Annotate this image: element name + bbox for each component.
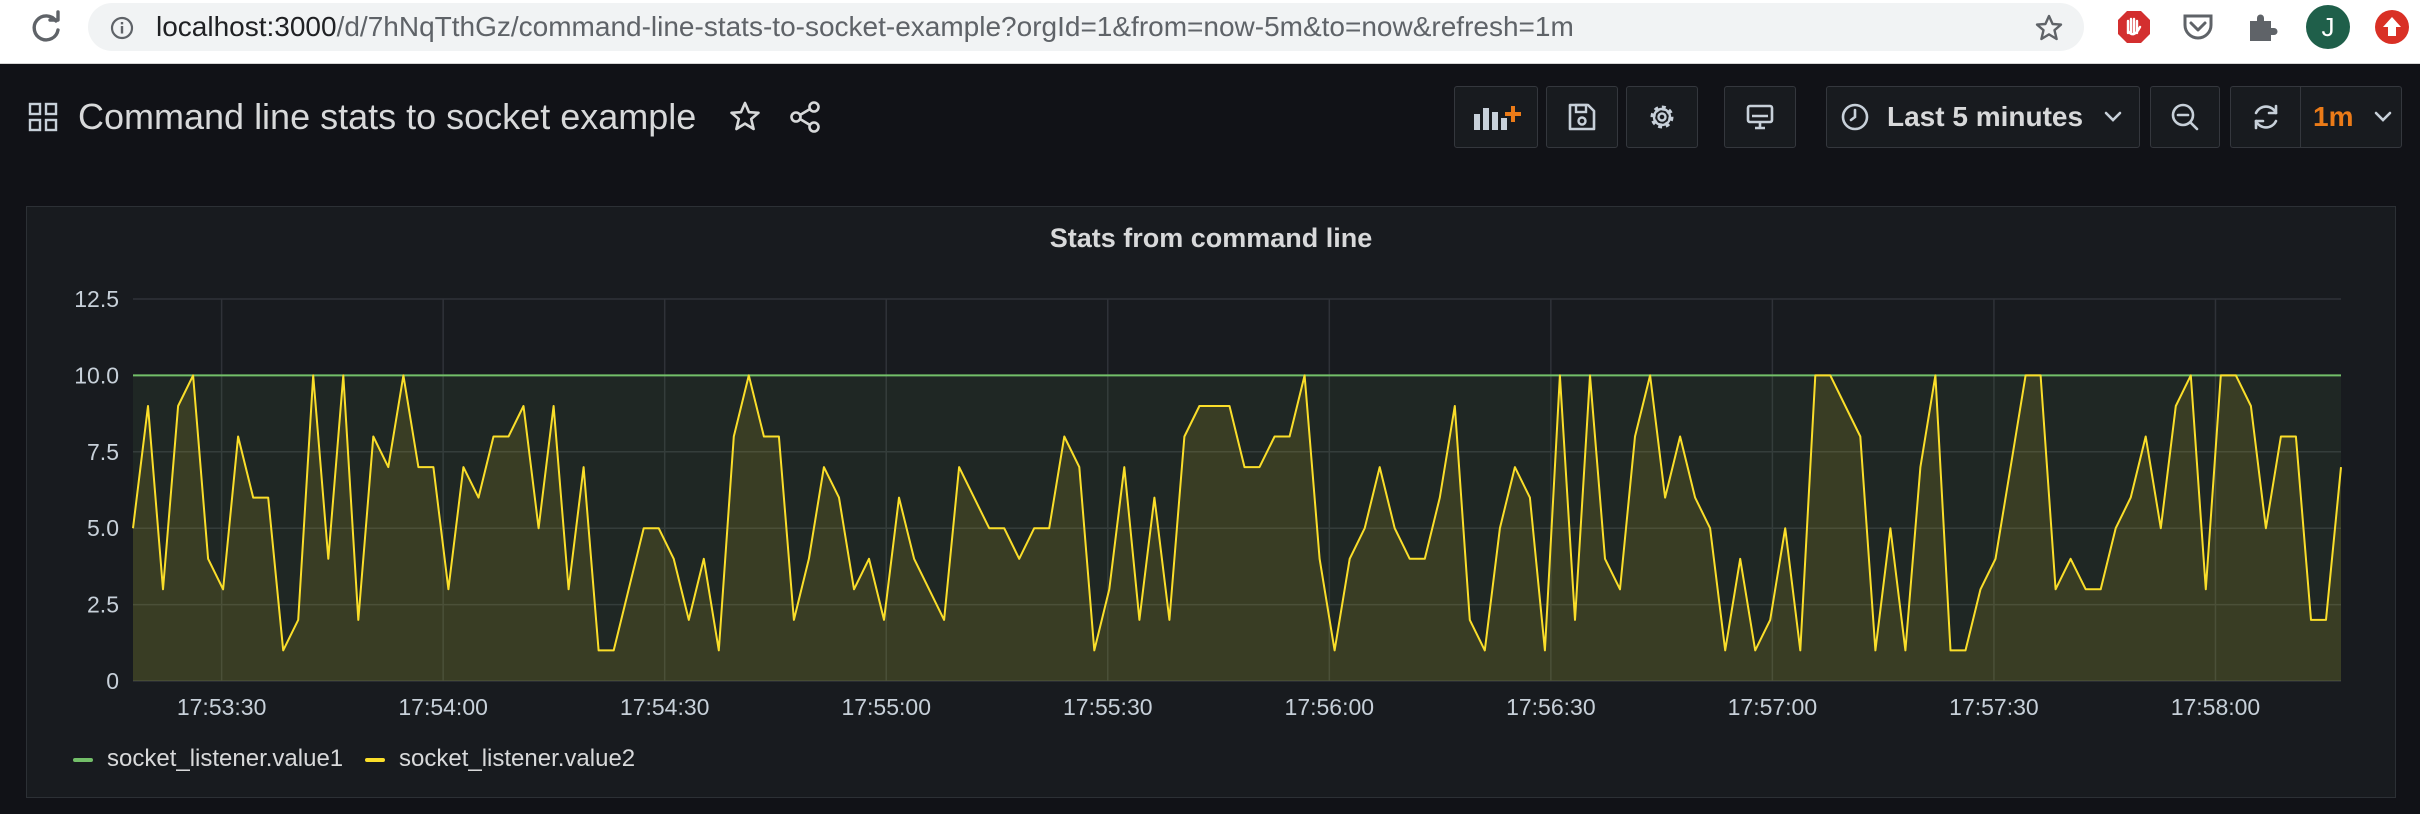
graph-panel[interactable]: Stats from command line 12.5 10.0 7.5 5.0 2.…: [26, 206, 2396, 798]
zoom-out-button[interactable]: [2150, 86, 2220, 148]
y-tick-label: 2.5: [87, 592, 119, 618]
dashboard-grid-icon[interactable]: [28, 102, 58, 132]
add-panel-button[interactable]: [1454, 86, 1538, 148]
zoom-out-icon: [2171, 103, 2199, 131]
update-arrow-icon[interactable]: [2374, 9, 2410, 45]
y-tick-label: 10.0: [74, 362, 119, 388]
address-bar[interactable]: localhost:3000/d/7hNqTthGz/command-line-…: [88, 3, 2084, 51]
legend-item-value1[interactable]: socket_listener.value1: [73, 745, 343, 773]
browser-toolbar: localhost:3000/d/7hNqTthGz/command-line-…: [0, 0, 2420, 64]
legend-swatch-value1: [73, 757, 93, 762]
timeseries-chart[interactable]: 12.5 10.0 7.5 5.0 2.5 0 17:53:30 17:54:00 17:54:…: [27, 207, 2395, 737]
save-icon: [1568, 103, 1596, 131]
x-tick-label: 17:57:00: [1728, 694, 1818, 720]
y-tick-label: 7.5: [87, 439, 119, 465]
legend-item-value2[interactable]: socket_listener.value2: [365, 745, 635, 773]
y-tick-label: 0: [106, 668, 119, 694]
view-mode-button[interactable]: [1724, 86, 1796, 148]
chevron-down-icon: [2374, 111, 2392, 122]
info-icon[interactable]: [110, 16, 134, 40]
time-range-label: Last 5 minutes: [1887, 101, 2084, 132]
x-tick-label: 17:57:30: [1949, 694, 2039, 720]
adblock-extension-icon[interactable]: [2116, 9, 2152, 45]
x-tick-label: 17:55:00: [841, 694, 931, 720]
x-tick-label: 17:56:00: [1285, 694, 1375, 720]
url-host: localhost:3000: [156, 11, 337, 42]
legend-label: socket_listener.value1: [107, 745, 344, 772]
url-text[interactable]: localhost:3000/d/7hNqTthGz/command-line-…: [156, 3, 1574, 51]
url-path: /d/7hNqTthGz/command-line-stats-to-socke…: [336, 11, 1574, 42]
legend-swatch-value2: [365, 757, 385, 762]
refresh-icon: [2254, 104, 2277, 130]
y-tick-label: 12.5: [74, 286, 119, 312]
refresh-dashboard-button[interactable]: [2230, 86, 2300, 148]
x-tick-label: 17:55:30: [1063, 694, 1153, 720]
time-range-picker[interactable]: Last 5 minutes: [1826, 86, 2140, 148]
x-tick-label: 17:56:30: [1506, 694, 1596, 720]
clock-icon: [1841, 103, 1869, 131]
save-dashboard-button[interactable]: [1546, 86, 1618, 148]
extensions-puzzle-icon[interactable]: [2244, 9, 2280, 45]
add-panel-icon: [1474, 106, 1521, 130]
profile-avatar[interactable]: J: [2306, 5, 2350, 49]
dashboard-title[interactable]: Command line stats to socket example: [78, 96, 696, 138]
dashboard-settings-button[interactable]: [1626, 86, 1698, 148]
refresh-interval-label: 1m: [2313, 101, 2354, 132]
chevron-down-icon: [2104, 111, 2122, 122]
x-tick-label: 17:54:00: [398, 694, 488, 720]
x-tick-label: 17:58:00: [2171, 694, 2261, 720]
reload-icon[interactable]: [26, 8, 66, 48]
refresh-interval-picker[interactable]: 1m: [2300, 86, 2402, 148]
gear-icon: [1650, 105, 1674, 129]
x-tick-label: 17:54:30: [620, 694, 710, 720]
monitor-icon: [1746, 104, 1774, 130]
share-icon[interactable]: [788, 100, 822, 134]
favorite-star-icon[interactable]: [728, 100, 762, 134]
pocket-extension-icon[interactable]: [2180, 9, 2216, 45]
legend-label: socket_listener.value2: [399, 745, 636, 772]
bookmark-star-icon[interactable]: [2034, 13, 2064, 43]
y-tick-label: 5.0: [87, 515, 119, 541]
x-tick-label: 17:53:30: [177, 694, 267, 720]
